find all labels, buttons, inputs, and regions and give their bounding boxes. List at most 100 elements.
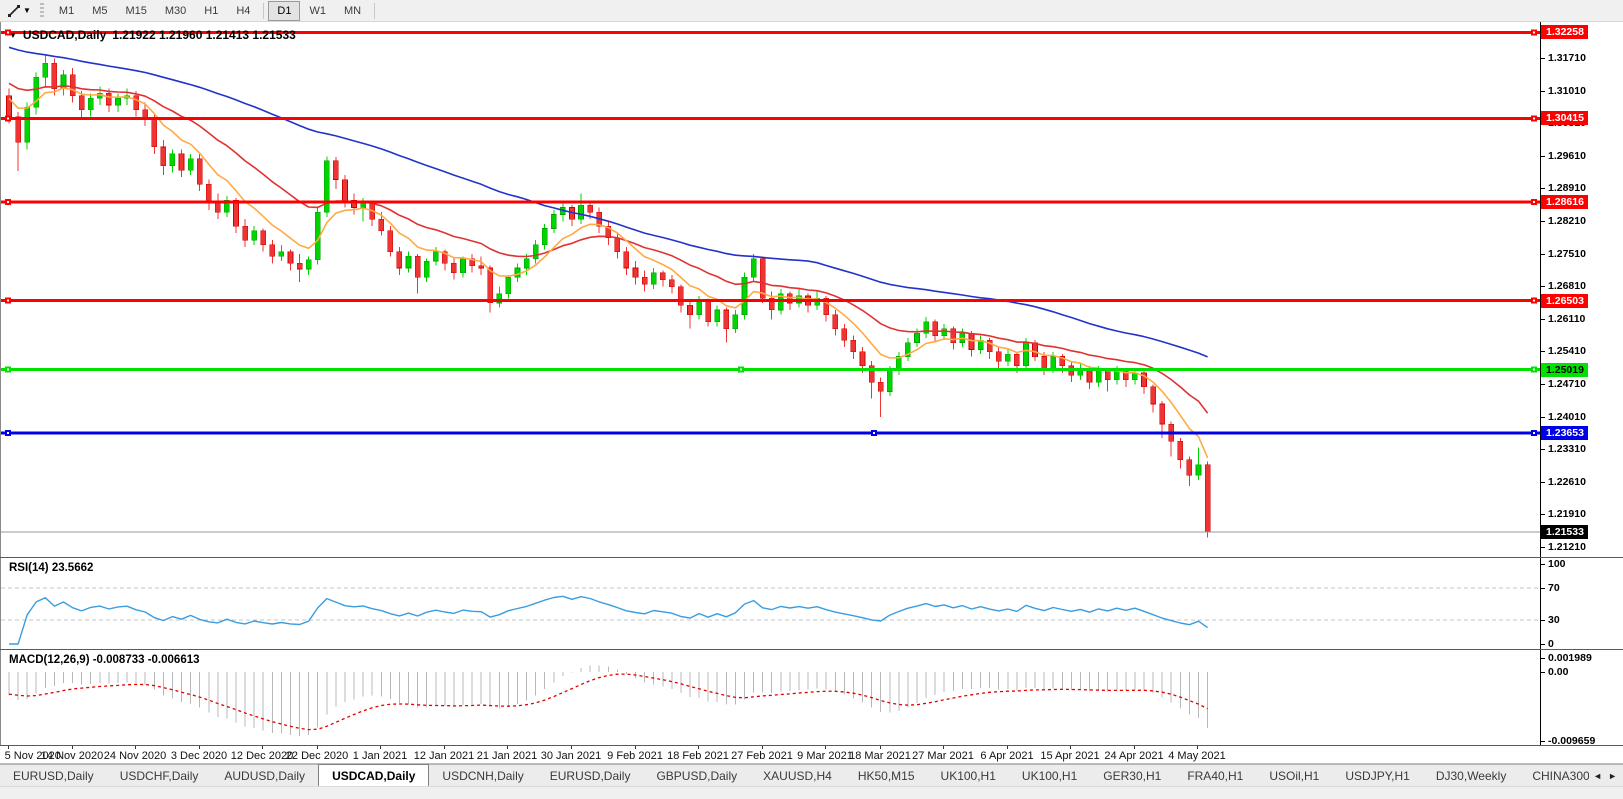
- level-price-label: 1.26503: [1541, 294, 1588, 308]
- date-tick: [825, 746, 826, 749]
- tab-fra40-h1[interactable]: FRA40,H1: [1174, 765, 1256, 786]
- tab-gbpusd-daily[interactable]: GBPUSD,Daily: [643, 765, 750, 786]
- timeframe-toolbar: ▼ M1M5M15M30H1H4 D1W1MN: [0, 0, 1623, 22]
- date-tick: [262, 746, 263, 749]
- price-tick-label: 1.22610: [1548, 476, 1586, 488]
- timeframe-mn-button[interactable]: MN: [335, 1, 370, 21]
- date-tick: [199, 746, 200, 749]
- tab-scroll-arrows: ◄►: [1589, 765, 1621, 786]
- timeframe-h1-button[interactable]: H1: [195, 1, 227, 21]
- macd-axis: 0.001989 0.00 -0.009659: [1540, 650, 1623, 745]
- tab-scroll-left-icon[interactable]: ◄: [1593, 771, 1602, 781]
- tab-dj30-weekly[interactable]: DJ30,Weekly: [1423, 765, 1519, 786]
- timeframe-m30-button[interactable]: M30: [156, 1, 195, 21]
- timeframe-d1-button[interactable]: D1: [268, 1, 300, 21]
- rsi-tick-label: 100: [1548, 558, 1566, 570]
- date-tick: [72, 746, 73, 749]
- date-label: 9 Mar 2021: [797, 750, 853, 762]
- axis-tick: [1541, 188, 1545, 189]
- timeframe-h4-button[interactable]: H4: [227, 1, 259, 21]
- date-label: 24 Nov 2020: [104, 750, 166, 762]
- timeframe-m15-button[interactable]: M15: [116, 1, 155, 21]
- axis-tick: [1541, 417, 1545, 418]
- rsi-line: [9, 596, 1208, 644]
- tab-usdcad-daily[interactable]: USDCAD,Daily: [318, 764, 429, 786]
- line-studies-button[interactable]: ▼: [4, 3, 34, 19]
- timeframe-w1-button[interactable]: W1: [300, 1, 335, 21]
- date-label: 6 Apr 2021: [980, 750, 1033, 762]
- tab-hk50-m15[interactable]: HK50,M15: [845, 765, 928, 786]
- date-label: 9 Feb 2021: [607, 750, 663, 762]
- rsi-panel-row: RSI(14) 23.5662 10070300: [0, 558, 1623, 650]
- axis-tick: [1541, 482, 1545, 483]
- macd-panel-row: MACD(12,26,9) -0.008733 -0.006613 0.0019…: [0, 650, 1623, 746]
- date-tick: [698, 746, 699, 749]
- tab-uk100-h1[interactable]: UK100,H1: [1009, 765, 1090, 786]
- tab-eurusd-daily[interactable]: EURUSD,Daily: [537, 765, 644, 786]
- toolbar-dropdown-icon[interactable]: ▼: [23, 6, 31, 15]
- tab-scroll-right-icon[interactable]: ►: [1608, 771, 1617, 781]
- macd-chart-area[interactable]: MACD(12,26,9) -0.008733 -0.006613: [0, 650, 1540, 745]
- rsi-axis: 10070300: [1540, 558, 1623, 649]
- price-tick-label: 1.31710: [1548, 52, 1586, 64]
- axis-tick: [1541, 156, 1545, 157]
- date-tick: [1070, 746, 1071, 749]
- macd-tick-label: 0.00: [1548, 666, 1568, 678]
- rsi-canvas[interactable]: [1, 558, 1540, 649]
- timeframe-m1-button[interactable]: M1: [50, 1, 83, 21]
- macd-tick-label: -0.009659: [1548, 735, 1595, 745]
- level-line-1.30415[interactable]: [1, 115, 1540, 121]
- macd-label: MACD(12,26,9) -0.008733 -0.006613: [9, 654, 200, 666]
- date-label: 24 Apr 2021: [1104, 750, 1163, 762]
- price-tick-label: 1.24710: [1548, 378, 1586, 390]
- date-label: 1 Jan 2021: [353, 750, 407, 762]
- axis-tick: [1541, 254, 1545, 255]
- date-label: 3 Dec 2020: [171, 750, 227, 762]
- rsi-tick-label: 30: [1548, 614, 1560, 626]
- chart-dropdown-icon[interactable]: ▼: [9, 31, 17, 40]
- date-tick: [880, 746, 881, 749]
- level-price-label: 1.25019: [1541, 363, 1588, 377]
- date-tick: [635, 746, 636, 749]
- candlestick-canvas[interactable]: [1, 22, 1540, 557]
- date-label: 18 Mar 2021: [849, 750, 911, 762]
- price-axis[interactable]: 1.317101.310101.303101.296101.289101.282…: [1540, 22, 1623, 557]
- date-tick: [1007, 746, 1008, 749]
- axis-tick: [1541, 351, 1545, 352]
- tab-scroll-strip[interactable]: [0, 786, 1623, 799]
- macd-tick-label: 0.001989: [1548, 652, 1592, 664]
- price-chart-area[interactable]: ▼ USDCAD,Daily 1.21922 1.21960 1.21413 1…: [0, 22, 1540, 557]
- rsi-chart-area[interactable]: RSI(14) 23.5662: [0, 558, 1540, 649]
- date-tick: [507, 746, 508, 749]
- tab-usoil-h1[interactable]: USOil,H1: [1256, 765, 1332, 786]
- macd-canvas[interactable]: [1, 650, 1540, 745]
- chart-title: ▼ USDCAD,Daily 1.21922 1.21960 1.21413 1…: [9, 28, 296, 42]
- level-line-1.25019[interactable]: [1, 367, 1540, 373]
- tab-ger30-h1[interactable]: GER30,H1: [1090, 765, 1174, 786]
- tab-usdchf-daily[interactable]: USDCHF,Daily: [107, 765, 212, 786]
- tab-usdcnh-daily[interactable]: USDCNH,Daily: [429, 765, 536, 786]
- axis-tick: [1541, 514, 1545, 515]
- level-line-1.23653[interactable]: [1, 430, 1540, 436]
- date-label: 30 Jan 2021: [541, 750, 602, 762]
- axis-tick: [1541, 286, 1545, 287]
- macd-histogram: [9, 665, 1208, 736]
- axis-tick: [1541, 384, 1545, 385]
- chart-ohlc-values: 1.21922 1.21960 1.21413 1.21533: [112, 28, 296, 42]
- candles-layer: [7, 54, 1211, 538]
- macd-signal-line: [9, 674, 1208, 730]
- date-label: 18 Feb 2021: [667, 750, 729, 762]
- tab-eurusd-daily[interactable]: EURUSD,Daily: [0, 765, 107, 786]
- fast-ma-line: [9, 88, 1208, 458]
- date-label: 21 Jan 2021: [477, 750, 538, 762]
- tab-uk100-h1[interactable]: UK100,H1: [928, 765, 1009, 786]
- level-price-label: 1.23653: [1541, 426, 1588, 440]
- price-tick-label: 1.26110: [1548, 313, 1585, 325]
- tab-usdjpy-h1[interactable]: USDJPY,H1: [1332, 765, 1422, 786]
- tab-audusd-daily[interactable]: AUDUSD,Daily: [211, 765, 318, 786]
- tab-xauusd-h4[interactable]: XAUUSD,H4: [750, 765, 845, 786]
- price-tick-label: 1.31010: [1548, 85, 1586, 97]
- timeframe-m5-button[interactable]: M5: [83, 1, 116, 21]
- price-tick-label: 1.25410: [1548, 345, 1586, 357]
- level-line-1.28616[interactable]: [1, 199, 1540, 205]
